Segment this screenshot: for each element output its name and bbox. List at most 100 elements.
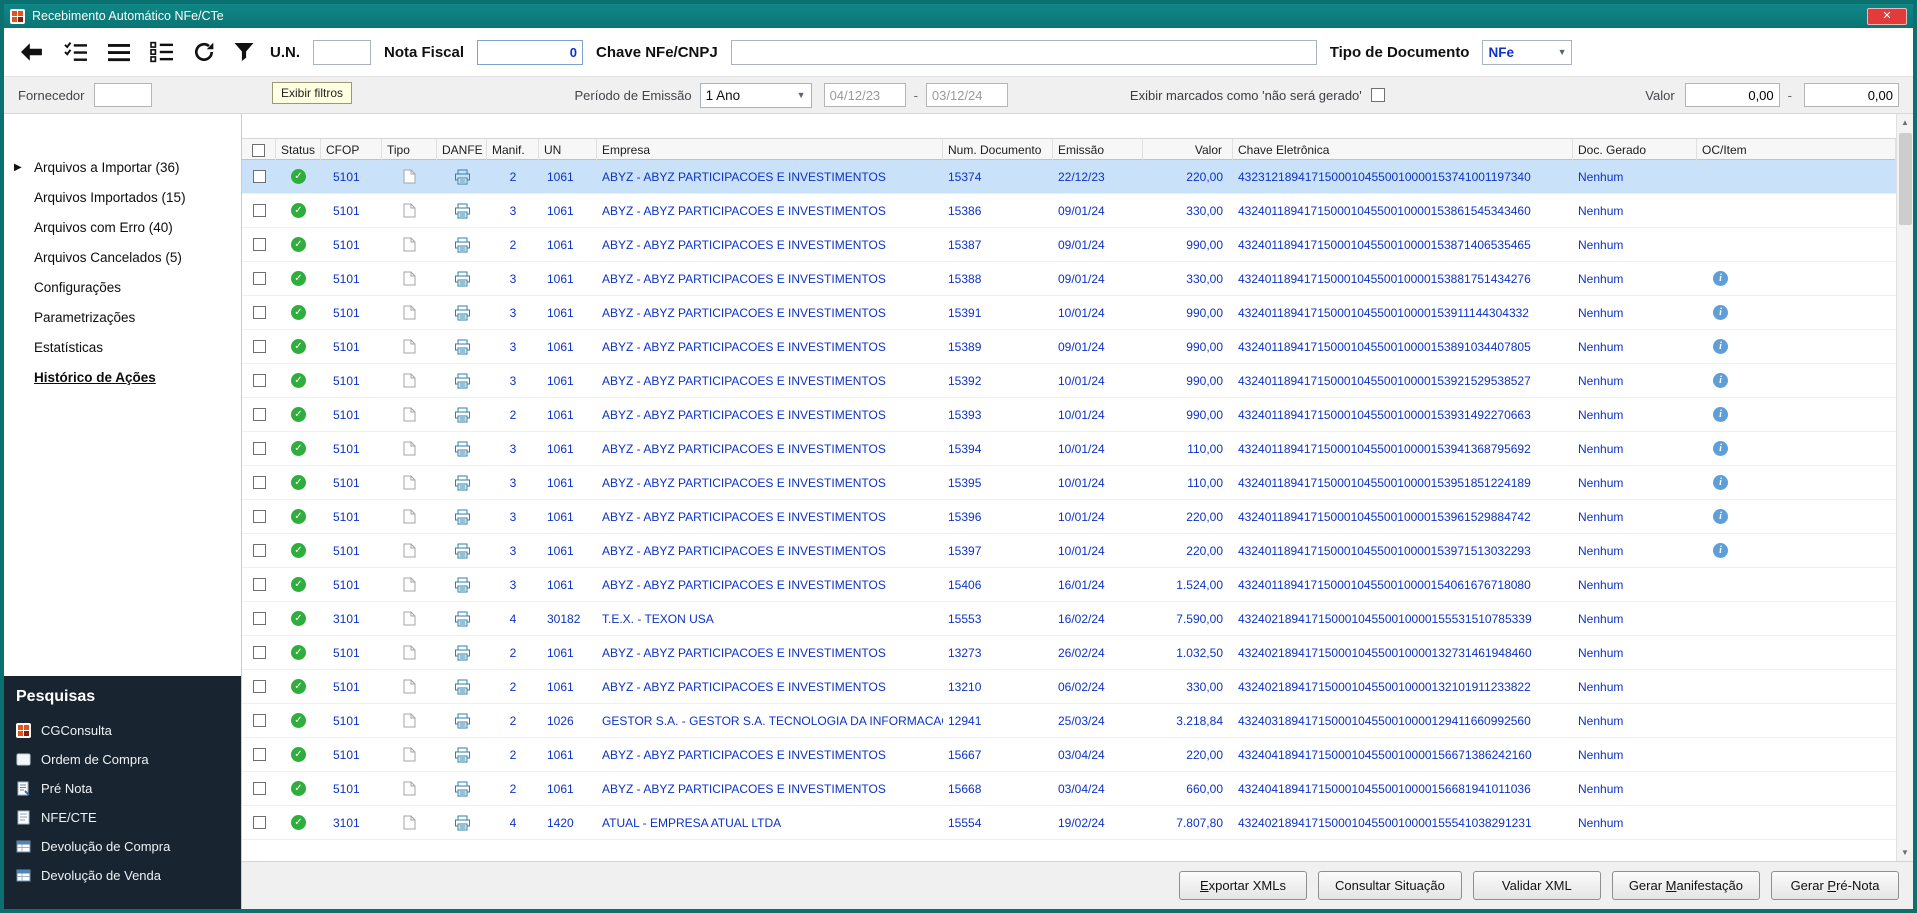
fornecedor-input[interactable] [94, 83, 153, 107]
table-row[interactable]: ✓ 5101 3 1061 ABYZ - ABYZ PARTICIPACOES … [242, 432, 1896, 466]
table-row[interactable]: ✓ 5101 3 1061 ABYZ - ABYZ PARTICIPACOES … [242, 262, 1896, 296]
column-header[interactable]: Chave Eletrônica [1233, 139, 1573, 161]
row-checkbox[interactable] [252, 612, 266, 625]
sidebar-item-configuracoes[interactable]: ▶ Configurações [4, 272, 241, 302]
checklist-button[interactable] [61, 39, 91, 65]
sidebar-item-arquivos-com-erro[interactable]: ▶ Arquivos com Erro (40) [4, 212, 241, 242]
info-icon[interactable]: i [1713, 305, 1728, 320]
info-icon[interactable]: i [1713, 407, 1728, 422]
column-header[interactable]: Manif. [487, 139, 539, 161]
column-header[interactable]: DANFE [437, 139, 487, 161]
consultar-situacao-button[interactable]: Consultar Situação [1317, 871, 1462, 900]
nao-sera-gerado-checkbox[interactable] [1370, 88, 1385, 102]
row-checkbox[interactable] [252, 204, 266, 217]
gerar-manifestacao-button[interactable]: Gerar Manifestação [1611, 871, 1760, 900]
table-row[interactable]: ✓ 5101 3 1061 ABYZ - ABYZ PARTICIPACOES … [242, 534, 1896, 568]
row-checkbox[interactable] [252, 408, 266, 421]
column-header[interactable]: Num. Documento [943, 139, 1053, 161]
pesquisas-item-devolucao-de-venda[interactable]: Devolução de Venda [16, 861, 229, 890]
print-danfe-icon[interactable] [454, 237, 471, 253]
print-danfe-icon[interactable] [454, 441, 471, 457]
column-header[interactable]: Emissão [1053, 139, 1143, 161]
print-danfe-icon[interactable] [454, 645, 471, 661]
table-row[interactable]: ✓ 5101 3 1061 ABYZ - ABYZ PARTICIPACOES … [242, 194, 1896, 228]
table-row[interactable]: ✓ 5101 3 1061 ABYZ - ABYZ PARTICIPACOES … [242, 364, 1896, 398]
row-checkbox[interactable] [252, 714, 266, 727]
pesquisas-item-pre-nota[interactable]: Pré Nota [16, 774, 229, 803]
sidebar-item-arquivos-a-importar[interactable]: ▶ Arquivos a Importar (36) [4, 152, 241, 182]
column-header[interactable]: OC/Item [1697, 139, 1896, 161]
back-button[interactable] [16, 39, 48, 65]
validar-xml-button[interactable]: Validar XML [1472, 871, 1601, 900]
print-danfe-icon[interactable] [454, 373, 471, 389]
info-icon[interactable]: i [1713, 543, 1728, 558]
table-row[interactable]: ✓ 5101 2 1061 ABYZ - ABYZ PARTICIPACOES … [242, 160, 1896, 194]
table-row[interactable]: ✓ 3101 4 1420 ATUAL - EMPRESA ATUAL LTDA… [242, 806, 1896, 840]
info-icon[interactable]: i [1713, 441, 1728, 456]
scroll-up-arrow-icon[interactable]: ▲ [1897, 114, 1914, 131]
pesquisas-item-ordem-de-compra[interactable]: Ordem de Compra [16, 745, 229, 774]
print-danfe-icon[interactable] [454, 611, 471, 627]
table-row[interactable]: ✓ 5101 3 1061 ABYZ - ABYZ PARTICIPACOES … [242, 568, 1896, 602]
row-checkbox[interactable] [252, 510, 266, 523]
row-checkbox[interactable] [252, 476, 266, 489]
print-danfe-icon[interactable] [454, 339, 471, 355]
date-from-input[interactable] [823, 83, 906, 107]
list-options-button[interactable] [147, 39, 177, 65]
print-danfe-icon[interactable] [454, 781, 471, 797]
sidebar-item-parametrizacoes[interactable]: ▶ Parametrizações [4, 302, 241, 332]
periodo-emissao-select[interactable]: 1 Ano ▼ [699, 82, 812, 108]
sidebar-item-arquivos-importados[interactable]: ▶ Arquivos Importados (15) [4, 182, 241, 212]
info-icon[interactable]: i [1713, 475, 1728, 490]
print-danfe-icon[interactable] [454, 509, 471, 525]
refresh-button[interactable] [190, 39, 218, 65]
gerar-pre-nota-button[interactable]: Gerar Pré-Nota [1771, 871, 1899, 900]
row-checkbox[interactable] [252, 646, 266, 659]
sidebar-item-historico-de-acoes[interactable]: ▶ Histórico de Ações [4, 362, 241, 392]
row-checkbox[interactable] [252, 578, 266, 591]
chave-nfe-cnpj-input[interactable] [730, 39, 1317, 65]
table-row[interactable]: ✓ 5101 2 1061 ABYZ - ABYZ PARTICIPACOES … [242, 398, 1896, 432]
row-checkbox[interactable] [252, 374, 266, 387]
table-row[interactable]: ✓ 5101 2 1061 ABYZ - ABYZ PARTICIPACOES … [242, 670, 1896, 704]
sidebar-item-arquivos-cancelados[interactable]: ▶ Arquivos Cancelados (5) [4, 242, 241, 272]
valor-to-input[interactable] [1804, 83, 1899, 107]
column-header[interactable]: UN [539, 139, 597, 161]
column-header[interactable]: Valor [1143, 139, 1233, 161]
row-checkbox[interactable] [252, 306, 266, 319]
close-button[interactable]: ✕ [1867, 7, 1907, 25]
print-danfe-icon[interactable] [454, 713, 471, 729]
row-checkbox[interactable] [252, 782, 266, 795]
row-checkbox[interactable] [252, 544, 266, 557]
sidebar-item-estatisticas[interactable]: ▶ Estatísticas [4, 332, 241, 362]
print-danfe-icon[interactable] [454, 543, 471, 559]
table-row[interactable]: ✓ 5101 2 1061 ABYZ - ABYZ PARTICIPACOES … [242, 738, 1896, 772]
row-checkbox[interactable] [252, 442, 266, 455]
print-danfe-icon[interactable] [454, 679, 471, 695]
column-header[interactable]: Doc. Gerado [1573, 139, 1697, 161]
pesquisas-item-nfe-cte[interactable]: NFE/CTE [16, 803, 229, 832]
print-danfe-icon[interactable] [454, 815, 471, 831]
select-all-checkbox[interactable] [252, 143, 265, 157]
scroll-down-arrow-icon[interactable]: ▼ [1897, 844, 1914, 861]
row-checkbox[interactable] [252, 272, 266, 285]
nota-fiscal-input[interactable] [477, 39, 584, 65]
print-danfe-icon[interactable] [454, 747, 471, 763]
table-row[interactable]: ✓ 5101 2 1026 GESTOR S.A. - GESTOR S.A. … [242, 704, 1896, 738]
un-input[interactable] [313, 39, 371, 65]
row-checkbox[interactable] [252, 238, 266, 251]
table-row[interactable]: ✓ 5101 2 1061 ABYZ - ABYZ PARTICIPACOES … [242, 228, 1896, 262]
valor-from-input[interactable] [1684, 83, 1780, 107]
print-danfe-icon[interactable] [454, 577, 471, 593]
exportar-xmls-button[interactable]: Exportar XMLs [1178, 871, 1307, 900]
menu-lines-button[interactable] [104, 39, 134, 65]
row-checkbox[interactable] [252, 170, 266, 183]
print-danfe-icon[interactable] [454, 475, 471, 491]
info-icon[interactable]: i [1713, 373, 1728, 388]
table-row[interactable]: ✓ 5101 2 1061 ABYZ - ABYZ PARTICIPACOES … [242, 772, 1896, 806]
info-icon[interactable]: i [1713, 509, 1728, 524]
table-row[interactable]: ✓ 5101 3 1061 ABYZ - ABYZ PARTICIPACOES … [242, 466, 1896, 500]
print-danfe-icon[interactable] [454, 271, 471, 287]
pesquisas-item-devolucao-de-compra[interactable]: Devolução de Compra [16, 832, 229, 861]
column-header[interactable]: Tipo [382, 139, 437, 161]
